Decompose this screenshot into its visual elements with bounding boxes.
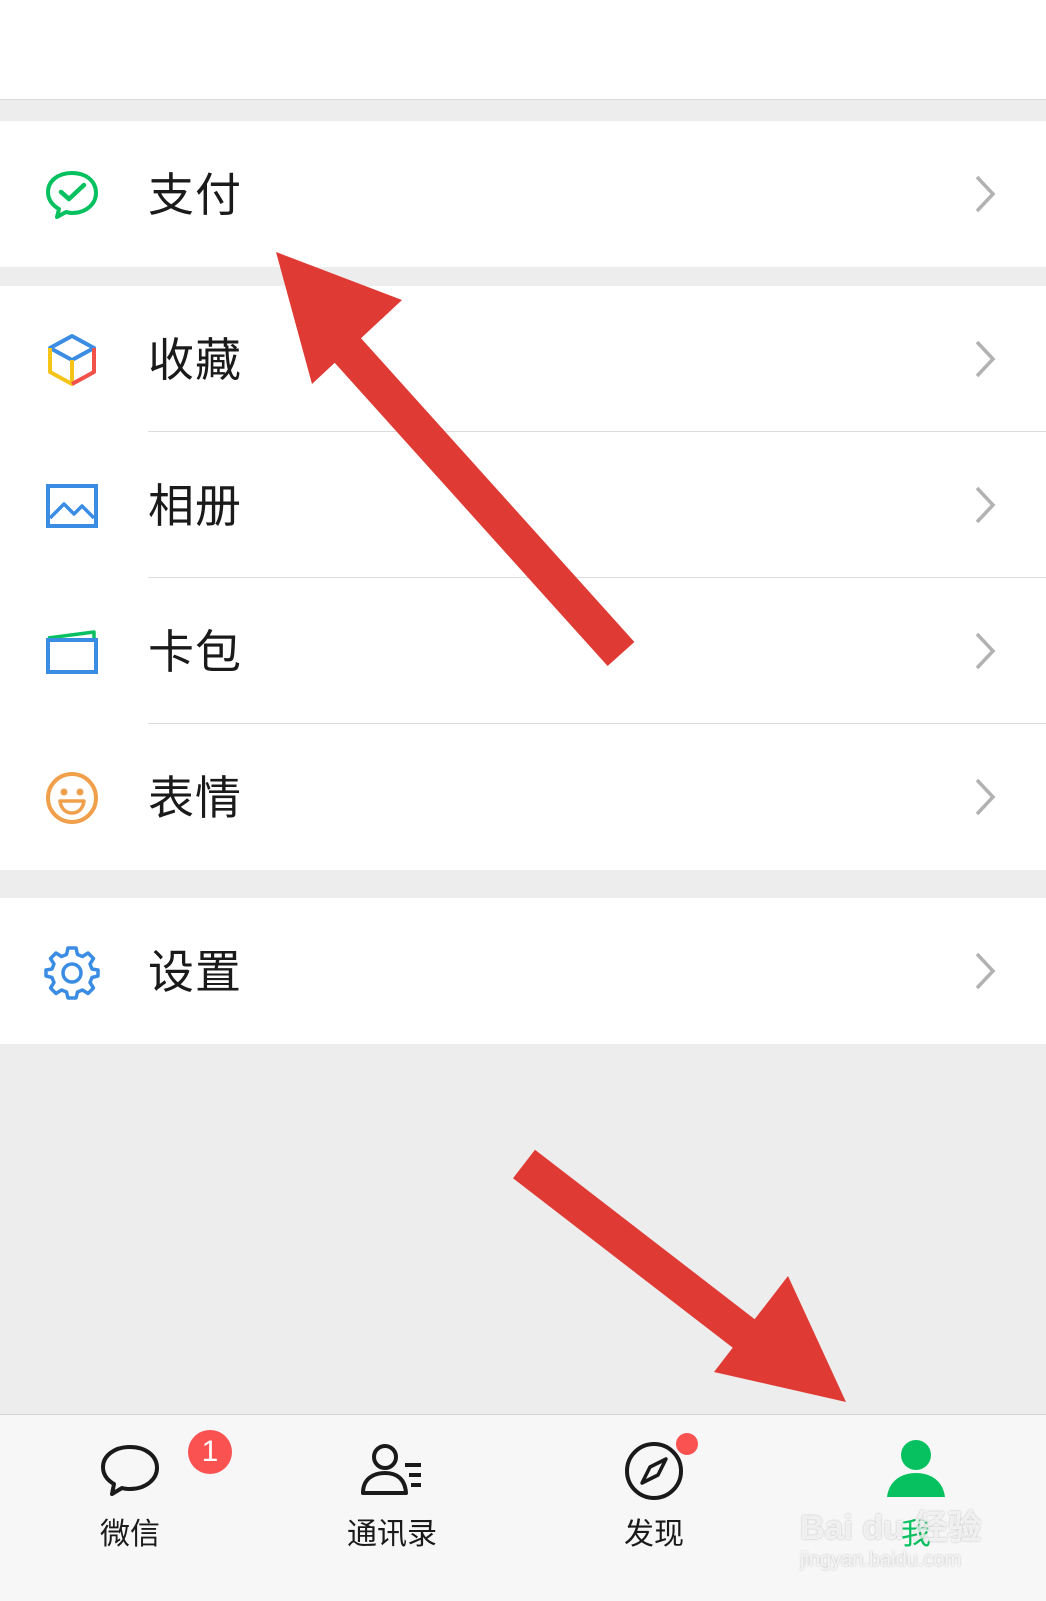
tab-chats[interactable]: 1 微信 [40, 1415, 232, 1601]
chat-bubble-icon [95, 1435, 165, 1505]
menu-item-favorites[interactable]: 收藏 [0, 286, 1046, 432]
menu-item-cards[interactable]: 卡包 [0, 578, 1046, 724]
baidu-jingyan-watermark: Bai du 经验 jingyan.baidu.com [800, 1508, 1000, 1588]
tab-label-discover: 发现 [624, 1517, 684, 1552]
wallet-card-icon [44, 624, 100, 680]
menu-label-pay: 支付 [148, 168, 242, 222]
menu-label-album: 相册 [148, 479, 242, 533]
chevron-right-icon [972, 338, 998, 380]
tab-discover[interactable]: 发现 [564, 1415, 744, 1601]
gear-icon [44, 944, 100, 1000]
menu-label-cards: 卡包 [148, 625, 242, 679]
features-group: 收藏 相册 卡包 表情 [0, 286, 1046, 870]
menu-label-favorites: 收藏 [148, 333, 242, 387]
smiley-icon [44, 770, 100, 826]
chevron-right-icon [972, 950, 998, 992]
menu-item-pay[interactable]: 支付 [0, 121, 1046, 267]
menu-item-stickers[interactable]: 表情 [0, 724, 1046, 870]
watermark-url: jingyan.baidu.com [800, 1549, 962, 1571]
tab-label-contacts: 通讯录 [347, 1517, 437, 1552]
cube-icon [44, 332, 100, 388]
watermark-brand: Bai du 经验 [800, 1509, 982, 1547]
wechat-pay-icon [44, 167, 100, 223]
pay-group: 支付 [0, 121, 1046, 267]
contacts-icon [357, 1435, 427, 1505]
chevron-right-icon [972, 173, 998, 215]
menu-item-settings[interactable]: 设置 [0, 898, 1046, 1044]
person-icon [881, 1435, 951, 1505]
tab-contacts[interactable]: 通讯录 [302, 1415, 482, 1601]
arrow-to-me-tab [513, 1149, 846, 1402]
chevron-right-icon [972, 776, 998, 818]
menu-label-settings: 设置 [148, 945, 242, 999]
tab-label-chats: 微信 [100, 1517, 160, 1552]
menu-label-stickers: 表情 [148, 771, 242, 825]
chevron-right-icon [972, 630, 998, 672]
settings-group: 设置 [0, 898, 1046, 1044]
chevron-right-icon [972, 484, 998, 526]
picture-icon [44, 478, 100, 534]
top-header-area [0, 0, 1046, 100]
menu-item-album[interactable]: 相册 [0, 432, 1046, 578]
new-content-dot [676, 1433, 698, 1455]
unread-badge: 1 [188, 1430, 232, 1474]
